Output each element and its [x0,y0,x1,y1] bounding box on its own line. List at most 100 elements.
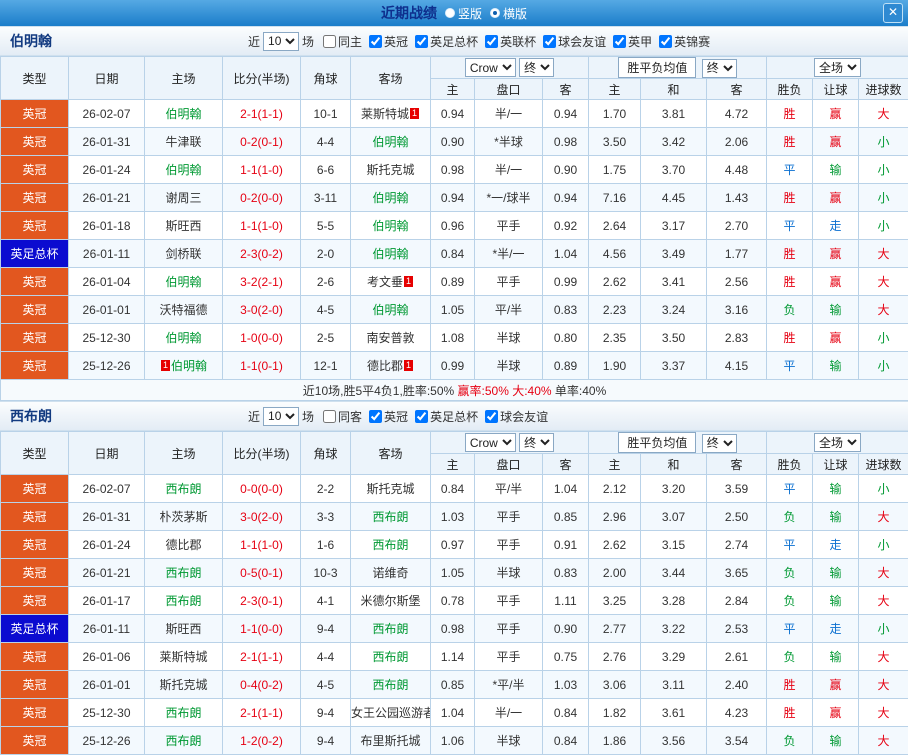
result-wdl: 胜 [767,240,813,268]
handicap-line: *半/一 [475,240,543,268]
league-filters: 同客英冠英足总杯球会友谊 [316,408,548,425]
close-icon[interactable]: ✕ [883,3,903,23]
recent-count-select[interactable]: 10 [263,32,299,51]
fullmatch-select[interactable]: 全场 [814,433,861,452]
odds-home: 1.14 [431,643,475,671]
league-filter[interactable]: 英足总杯 [415,35,478,49]
result-goals: 小 [859,156,908,184]
result-handicap: 输 [813,296,859,324]
avg-final-select[interactable]: 终 [702,434,737,453]
league-checkbox[interactable] [659,35,672,48]
league-type: 英冠 [1,100,69,128]
league-checkbox[interactable] [415,410,428,423]
corner-count: 10-3 [301,559,351,587]
horizontal-label[interactable]: 横版 [503,5,527,22]
away-team: 德比郡1 [351,352,431,380]
horizontal-radio-icon[interactable] [490,8,500,18]
corner-count: 12-1 [301,352,351,380]
col-away: 客场 [351,57,431,100]
avg-away: 2.84 [707,587,767,615]
avg-draw: 3.44 [641,559,707,587]
match-row: 英冠26-01-24德比郡1-1(1-0)1-6西布朗0.97平手0.912.6… [1,531,908,559]
score: 2-3(0-1) [223,587,301,615]
avg-draw: 3.20 [641,475,707,503]
recent-count-select[interactable]: 10 [263,407,299,426]
league-type: 英冠 [1,128,69,156]
match-row: 英冠26-01-31牛津联0-2(0-1)4-4伯明翰0.90*半球0.983.… [1,128,908,156]
league-type: 英冠 [1,727,69,755]
away-team: 伯明翰 [351,296,431,324]
odds-home: 1.06 [431,727,475,755]
league-filter[interactable]: 英甲 [613,35,652,49]
league-filter[interactable]: 同主 [323,35,362,49]
odds-company-select[interactable]: Crow [465,433,516,452]
league-filter[interactable]: 球会友谊 [485,410,548,424]
fullmatch-select[interactable]: 全场 [814,58,861,77]
avg-away: 4.72 [707,100,767,128]
league-type: 英冠 [1,503,69,531]
col-odds-home: 主 [431,454,475,475]
odds-final-select[interactable]: 终 [519,58,554,77]
odds-final-select[interactable]: 终 [519,433,554,452]
avg-away: 2.40 [707,671,767,699]
result-goals: 小 [859,352,908,380]
league-checkbox[interactable] [369,35,382,48]
avg-draw: 3.42 [641,128,707,156]
result-handicap: 赢 [813,324,859,352]
corner-count: 4-4 [301,643,351,671]
odds-company-select[interactable]: Crow [465,58,516,77]
corner-count: 2-6 [301,268,351,296]
result-goals: 大 [859,100,908,128]
league-checkbox[interactable] [323,35,336,48]
league-filter[interactable]: 同客 [323,410,362,424]
league-checkbox[interactable] [613,35,626,48]
league-checkbox[interactable] [485,410,498,423]
league-checkbox[interactable] [323,410,336,423]
summary-segment: 单率:40% [555,384,606,398]
league-checkbox[interactable] [485,35,498,48]
home-team: 斯旺西 [145,615,223,643]
result-goals: 大 [859,699,908,727]
match-date: 25-12-26 [69,727,145,755]
match-date: 26-01-24 [69,531,145,559]
odds-home: 0.94 [431,184,475,212]
corner-count: 3-11 [301,184,351,212]
avg-home: 2.12 [589,475,641,503]
match-date: 26-01-11 [69,615,145,643]
odds-away: 0.84 [543,727,589,755]
handicap-line: 平手 [475,268,543,296]
odds-away: 0.98 [543,128,589,156]
corner-count: 2-0 [301,240,351,268]
league-checkbox[interactable] [369,410,382,423]
league-filter[interactable]: 英锦赛 [659,35,710,49]
corner-count: 9-4 [301,699,351,727]
result-goals: 大 [859,587,908,615]
result-wdl: 负 [767,587,813,615]
league-filter[interactable]: 英联杯 [485,35,536,49]
titlebar: 近期战绩 竖版 横版 ✕ [0,0,908,26]
summary-segment: 近10场,胜5平4负1,胜率:50% [303,384,458,398]
result-wdl: 平 [767,475,813,503]
league-type: 英冠 [1,212,69,240]
corner-count: 4-5 [301,671,351,699]
col-odds-home: 主 [431,79,475,100]
avg-final-select[interactable]: 终 [702,59,737,78]
odds-away: 0.94 [543,184,589,212]
odds-away: 1.03 [543,671,589,699]
vertical-radio-icon[interactable] [445,8,455,18]
avg-home: 2.23 [589,296,641,324]
league-filter[interactable]: 球会友谊 [543,35,606,49]
league-filter[interactable]: 英冠 [369,410,408,424]
vertical-label[interactable]: 竖版 [458,5,482,22]
odds-home: 0.98 [431,156,475,184]
league-checkbox[interactable] [543,35,556,48]
handicap-line: 半/一 [475,156,543,184]
league-filter[interactable]: 英冠 [369,35,408,49]
result-wdl: 胜 [767,671,813,699]
col-corner: 角球 [301,432,351,475]
league-checkbox[interactable] [415,35,428,48]
odds-away: 0.92 [543,212,589,240]
league-filter[interactable]: 英足总杯 [415,410,478,424]
handicap-line: 半球 [475,559,543,587]
result-wdl: 胜 [767,128,813,156]
